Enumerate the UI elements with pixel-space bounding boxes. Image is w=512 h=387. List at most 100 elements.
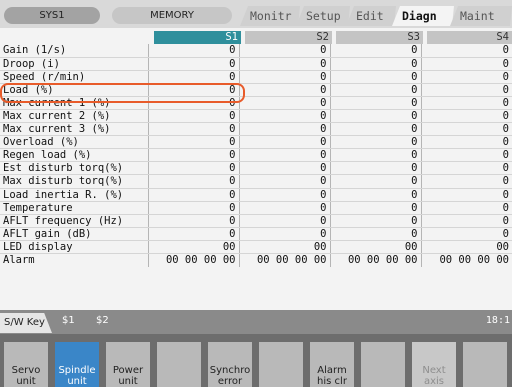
value-cell-s4: 0 <box>421 214 512 228</box>
value-cell-s2: 0 <box>239 188 331 202</box>
softkey-blank-10 <box>463 342 507 387</box>
value-cell-s4: 0 <box>421 96 512 110</box>
part-system-2-label: $2 <box>96 315 109 326</box>
tab-diagn[interactable]: Diagn <box>392 6 454 26</box>
value-cell-s4: 0 <box>421 148 512 163</box>
value-cell-s1: 0 <box>148 188 240 202</box>
table-row[interactable]: Max current 2 (%) 0 0 0 0 <box>0 109 512 124</box>
value-cell-s1: 0 <box>148 214 240 228</box>
column-header-s4[interactable]: S4 <box>427 31 512 44</box>
value-cell-s1: 0 <box>148 44 240 58</box>
value-cell-s4: 0 <box>421 201 512 215</box>
table-row[interactable]: Load (%) 0 0 0 0 <box>0 83 512 97</box>
table-row[interactable]: AFLT gain (dB) 0 0 0 0 <box>0 227 512 241</box>
column-header-s1[interactable]: S1 <box>154 31 241 44</box>
table-row[interactable]: Gain (1/s) 0 0 0 0 <box>0 44 512 58</box>
value-cell-s2: 0 <box>239 70 331 84</box>
value-cell-s4: 00 <box>421 240 512 255</box>
table-row[interactable]: Max disturb torq(%) 0 0 0 0 <box>0 174 512 189</box>
value-cell-s4: 00 00 00 00 <box>439 254 509 267</box>
tab-monitr[interactable]: Monitr <box>240 6 300 26</box>
softkey-synchro-error[interactable]: Synchro error <box>208 342 252 387</box>
row-label: AFLT gain (dB) <box>0 227 149 241</box>
value-cell-s1: 0 <box>148 83 240 97</box>
value-cell-s3: 0 <box>330 227 422 241</box>
row-label: Droop (i) <box>0 57 149 71</box>
value-cell-s3: 0 <box>330 96 422 110</box>
table-row[interactable]: Load inertia R. (%) 0 0 0 0 <box>0 188 512 202</box>
value-cell-s3: 0 <box>330 188 422 202</box>
value-cell-s2: 0 <box>239 227 331 241</box>
softkey-blank-6 <box>259 342 303 387</box>
table-row[interactable]: Max current 3 (%) 0 0 0 0 <box>0 122 512 137</box>
value-cell-s3: 0 <box>330 201 422 215</box>
value-cell-s3: 00 <box>330 240 422 255</box>
table-row[interactable]: Max current 1 (%) 0 0 0 0 <box>0 96 512 110</box>
table-row[interactable]: Alarm 00 00 00 00 00 00 00 00 00 00 00 00 00… <box>0 253 512 267</box>
table-row[interactable]: Overload (%) 0 0 0 0 <box>0 135 512 150</box>
value-cell-s3: 0 <box>330 44 422 58</box>
table-row[interactable]: Est disturb torq(%) 0 0 0 0 <box>0 161 512 176</box>
row-label: Est disturb torq(%) <box>0 161 149 176</box>
row-label: Alarm <box>0 253 149 267</box>
value-cell-s4: 0 <box>421 188 512 202</box>
table-row[interactable]: Speed (r/min) 0 0 0 0 <box>0 70 512 84</box>
value-cell-s2: 0 <box>239 44 331 58</box>
value-cell-s4: 0 <box>421 109 512 124</box>
softkey-spindle-unit[interactable]: Spindle unit <box>55 342 99 387</box>
row-label: Load (%) <box>0 83 149 97</box>
column-header-row: S1 S2 S3 S4 <box>0 31 512 44</box>
row-label: AFLT frequency (Hz) <box>0 214 149 228</box>
table-row[interactable]: Temperature 0 0 0 0 <box>0 201 512 215</box>
value-cell-s3: 0 <box>330 135 422 150</box>
value-cell-s1: 0 <box>148 135 240 150</box>
softkey-blank-8 <box>361 342 405 387</box>
tab-maint[interactable]: Maint <box>450 6 512 26</box>
value-cell-s1: 0 <box>148 227 240 241</box>
value-cell-s2: 0 <box>239 161 331 176</box>
value-cell-s2: 0 <box>239 83 331 97</box>
value-cell-s4: 0 <box>421 227 512 241</box>
softkey-alarm-his-clr[interactable]: Alarm his clr <box>310 342 354 387</box>
value-cell-s1: 0 <box>148 109 240 124</box>
value-cell-s4: 0 <box>421 174 512 189</box>
column-header-s2[interactable]: S2 <box>245 31 332 44</box>
softkey-power-unit[interactable]: Power unit <box>106 342 150 387</box>
value-cell-s1: 0 <box>148 96 240 110</box>
row-label: LED display <box>0 240 149 255</box>
row-label: Max current 3 (%) <box>0 122 149 137</box>
table-row[interactable]: AFLT frequency (Hz) 0 0 0 0 <box>0 214 512 228</box>
value-cell-s2: 0 <box>239 96 331 110</box>
value-cell-s2: 00 00 00 00 <box>239 253 331 267</box>
value-cell-s3: 0 <box>330 109 422 124</box>
value-cell-s1: 00 00 00 00 <box>148 253 240 267</box>
table-row[interactable]: Droop (i) 0 0 0 0 <box>0 57 512 71</box>
value-cell-s4: 0 <box>421 135 512 150</box>
value-cell-s2: 0 <box>239 135 331 150</box>
column-header-s3[interactable]: S3 <box>336 31 423 44</box>
row-label: Regen load (%) <box>0 148 149 163</box>
system-indicator: SYS1 <box>4 7 100 24</box>
softkey-blank-4 <box>157 342 201 387</box>
softkey-servo-unit[interactable]: Servo unit <box>4 342 48 387</box>
value-cell-s2: 0 <box>239 201 331 215</box>
tab-edit[interactable]: Edit <box>346 6 396 26</box>
tab-setup[interactable]: Setup <box>296 6 350 26</box>
value-cell-s1: 0 <box>148 161 240 176</box>
sw-key-button[interactable]: S/W Key <box>0 313 52 333</box>
row-label: Gain (1/s) <box>0 44 149 58</box>
table-row[interactable]: LED display 00 00 00 00 <box>0 240 512 255</box>
value-cell-s3: 0 <box>330 214 422 228</box>
top-bar: SYS1 MEMORY Monitr Setup Edit Diagn Main… <box>0 0 512 28</box>
row-label: Temperature <box>0 201 149 215</box>
value-cell-s2: 0 <box>239 174 331 189</box>
softkey-next-axis[interactable]: Next axis <box>412 342 456 387</box>
value-cell-s2: 0 <box>239 148 331 163</box>
part-system-1-label: $1 <box>62 315 75 326</box>
value-cell-s1: 0 <box>148 70 240 84</box>
value-cell-s3: 0 <box>330 174 422 189</box>
table-row[interactable]: Regen load (%) 0 0 0 0 <box>0 148 512 163</box>
value-cell-s2: 0 <box>239 109 331 124</box>
value-cell-s4: 0 <box>421 161 512 176</box>
value-cell-s4: 0 <box>421 44 512 58</box>
